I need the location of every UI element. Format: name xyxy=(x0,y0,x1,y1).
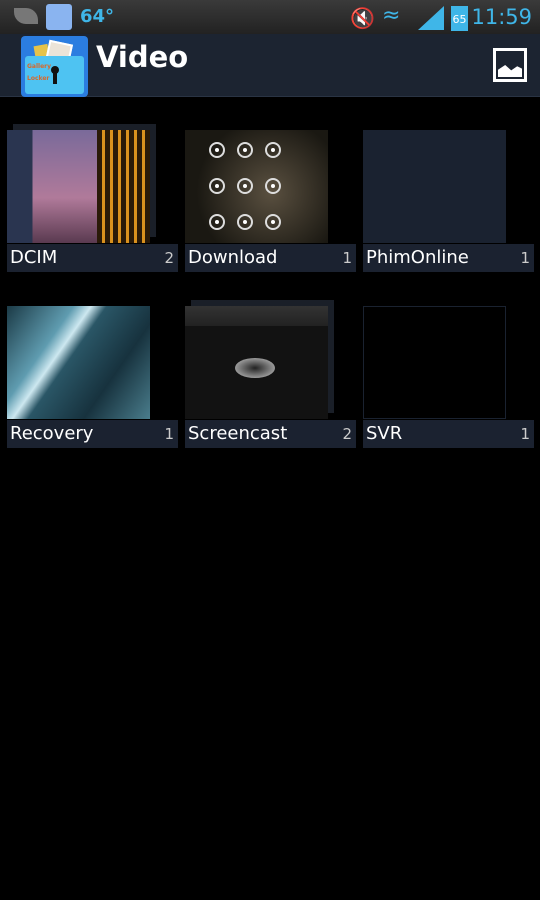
album-thumbnail xyxy=(7,306,150,419)
battery-icon: 65 xyxy=(451,6,468,31)
app-notification-icon xyxy=(46,4,72,30)
signal-icon xyxy=(418,6,444,30)
album-thumbnail xyxy=(185,306,328,419)
album-count: 1 xyxy=(520,425,530,443)
album-thumbnail xyxy=(363,306,506,419)
clock: 11:59 xyxy=(471,5,532,29)
album-count: 2 xyxy=(164,249,174,267)
album-count: 1 xyxy=(520,249,530,267)
album-tile[interactable]: Screencast 2 xyxy=(185,300,356,448)
album-thumbnail xyxy=(7,130,150,243)
image-icon[interactable] xyxy=(493,48,527,82)
album-count: 2 xyxy=(342,425,352,443)
album-thumbnail xyxy=(185,130,328,243)
album-tile[interactable]: Download 1 xyxy=(185,130,356,272)
album-count: 1 xyxy=(164,425,174,443)
app-logo[interactable]: Gallery Locker xyxy=(21,36,88,97)
album-name: Recovery xyxy=(10,423,94,444)
album-tile[interactable]: Recovery 1 xyxy=(7,306,178,448)
wifi-lock-icon: ≈ xyxy=(382,3,401,28)
album-name: DCIM xyxy=(10,247,58,268)
album-tile[interactable]: PhimOnline 1 xyxy=(363,130,534,272)
album-name: PhimOnline xyxy=(366,247,469,268)
album-tile[interactable]: DCIM 2 xyxy=(7,124,178,272)
app-logo-text: Gallery Locker xyxy=(27,63,52,82)
album-name: SVR xyxy=(366,423,403,444)
album-name: Screencast xyxy=(188,423,288,444)
page-title: Video xyxy=(96,40,189,74)
temperature: 64° xyxy=(80,6,115,27)
album-tile[interactable]: SVR 1 xyxy=(363,306,534,448)
album-name: Download xyxy=(188,247,278,268)
status-bar: 64° 🔇 ≈ 65 11:59 xyxy=(0,0,540,34)
action-bar: Gallery Locker Video xyxy=(0,34,540,97)
leaf-icon xyxy=(14,8,38,24)
album-thumbnail xyxy=(363,130,506,243)
album-count: 1 xyxy=(342,249,352,267)
muted-volume-icon: 🔇 xyxy=(350,6,375,30)
